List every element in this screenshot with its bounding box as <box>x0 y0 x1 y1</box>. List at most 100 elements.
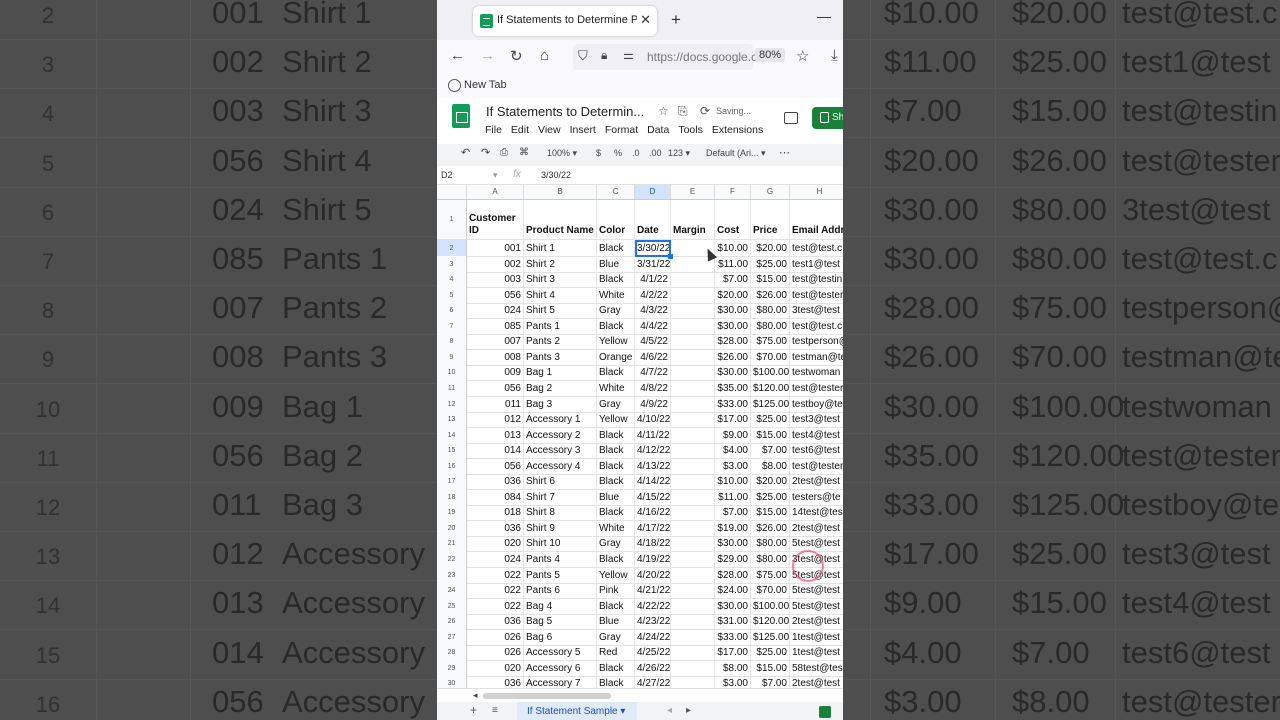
cell-date[interactable]: 4/7/22 <box>635 364 671 380</box>
cell-cost[interactable]: $17.00 <box>715 411 751 427</box>
cell-cost[interactable]: $8.00 <box>715 660 751 676</box>
cell-price[interactable]: $125.00 <box>751 396 790 412</box>
cell-price[interactable]: $25.00 <box>751 411 790 427</box>
cell-product-name[interactable]: Accessory 5 <box>524 644 597 660</box>
menu-data[interactable]: Data <box>647 124 669 136</box>
cell-email[interactable]: Email Addr <box>790 200 843 239</box>
cell-color[interactable]: Black <box>597 271 635 287</box>
column-header-b[interactable]: B <box>524 185 597 199</box>
menu-tools[interactable]: Tools <box>678 124 703 136</box>
cell-margin[interactable] <box>671 504 715 520</box>
cell-customer-id[interactable]: 036 <box>467 473 524 489</box>
cell-product-name[interactable]: Bag 5 <box>524 613 597 629</box>
name-box[interactable]: D2 ▾ <box>441 170 498 181</box>
cell-date[interactable]: 4/4/22 <box>635 318 671 334</box>
cell-margin[interactable] <box>671 364 715 380</box>
cell-customer-id[interactable]: 003 <box>467 271 524 287</box>
cell-color[interactable]: Black <box>597 318 635 334</box>
cell-cost[interactable]: $30.00 <box>715 318 751 334</box>
cell-price[interactable]: $70.00 <box>751 349 790 365</box>
cell-color[interactable]: Black <box>597 551 635 567</box>
row-number[interactable]: 17 <box>437 473 467 489</box>
cell-margin[interactable] <box>671 675 715 688</box>
cell-price[interactable]: $20.00 <box>751 240 790 256</box>
document-title[interactable]: If Statements to Determin... <box>486 104 644 119</box>
column-header-h[interactable]: H <box>790 185 843 199</box>
sheets-logo-icon[interactable] <box>452 104 470 128</box>
cell-cost[interactable]: $28.00 <box>715 567 751 583</box>
cell-email[interactable]: test@tester <box>790 458 843 474</box>
cell-price[interactable]: $15.00 <box>751 271 790 287</box>
cell-product-name[interactable]: Shirt 1 <box>524 240 597 256</box>
menu-view[interactable]: View <box>538 124 561 136</box>
cell-date[interactable]: 4/26/22 <box>635 660 671 676</box>
cell-margin[interactable] <box>671 396 715 412</box>
cell-color[interactable]: Black <box>597 442 635 458</box>
cell-margin[interactable] <box>671 271 715 287</box>
cell-date[interactable]: 4/17/22 <box>635 520 671 536</box>
scroll-tabs-right-icon[interactable]: ▸ <box>686 705 691 716</box>
cell-customer-id[interactable]: 036 <box>467 520 524 536</box>
cell-price[interactable]: $25.00 <box>751 256 790 272</box>
cell-product-name[interactable]: Pants 5 <box>524 567 597 583</box>
cell-color[interactable]: Blue <box>597 489 635 505</box>
cell-date[interactable]: 4/16/22 <box>635 504 671 520</box>
cell-cost[interactable]: $28.00 <box>715 333 751 349</box>
cell-customer-id[interactable]: 008 <box>467 349 524 365</box>
cell-email[interactable]: 5test@test <box>790 598 843 614</box>
cell-color[interactable]: Black <box>597 458 635 474</box>
cell-color[interactable]: Yellow <box>597 567 635 583</box>
cell-email[interactable]: 58test@tes <box>790 660 843 676</box>
cell-product-name[interactable]: Pants 1 <box>524 318 597 334</box>
cell-cost[interactable]: $10.00 <box>715 473 751 489</box>
row-number[interactable]: 20 <box>437 520 467 536</box>
cell-date[interactable]: Date <box>635 200 671 239</box>
cell-color[interactable]: Black <box>597 240 635 256</box>
cell-margin[interactable] <box>671 473 715 489</box>
cell-product-name[interactable]: Pants 2 <box>524 333 597 349</box>
cell-color[interactable]: Black <box>597 660 635 676</box>
download-icon[interactable]: ⤓ <box>831 47 838 64</box>
column-header-e[interactable]: E <box>671 185 715 199</box>
cell-product-name[interactable]: Shirt 7 <box>524 489 597 505</box>
row-number[interactable]: 3 <box>437 256 467 272</box>
cell-email[interactable]: 3test@test <box>790 302 843 318</box>
sheet-tab[interactable]: If Statement Sample ▾ <box>517 702 637 720</box>
row-number[interactable]: 2 <box>437 240 467 256</box>
cell-product-name[interactable]: Bag 1 <box>524 364 597 380</box>
cell-date[interactable]: 4/9/22 <box>635 396 671 412</box>
lock-icon[interactable]: 🔒︎ <box>601 48 607 63</box>
redo-icon[interactable]: ↷ <box>481 146 490 159</box>
cell-email[interactable]: 5test@test <box>790 582 843 598</box>
row-number[interactable]: 23 <box>437 567 467 583</box>
cell-price[interactable]: $15.00 <box>751 427 790 443</box>
cell-product-name[interactable]: Pants 6 <box>524 582 597 598</box>
cell-color[interactable]: Pink <box>597 582 635 598</box>
cell-customer-id[interactable]: 026 <box>467 644 524 660</box>
cell-product-name[interactable]: Shirt 5 <box>524 302 597 318</box>
cell-price[interactable]: $25.00 <box>751 644 790 660</box>
cell-cost[interactable]: $35.00 <box>715 380 751 396</box>
cell-price[interactable]: $120.00 <box>751 380 790 396</box>
cell-price[interactable]: $80.00 <box>751 551 790 567</box>
cell-product-name[interactable]: Shirt 9 <box>524 520 597 536</box>
cell-margin[interactable] <box>671 489 715 505</box>
forward-icon[interactable]: → <box>480 47 495 64</box>
share-button[interactable]: Sh <box>812 107 843 129</box>
cell-margin[interactable] <box>671 333 715 349</box>
cell-cost[interactable]: $30.00 <box>715 598 751 614</box>
cell-product-name[interactable]: Shirt 2 <box>524 256 597 272</box>
cell-customer-id[interactable]: 002 <box>467 256 524 272</box>
cell-margin[interactable] <box>671 520 715 536</box>
cell-email[interactable]: test@test.c <box>790 318 843 334</box>
cell-color[interactable]: Black <box>597 364 635 380</box>
cell-date[interactable]: 4/10/22 <box>635 411 671 427</box>
row-number[interactable]: 13 <box>437 411 467 427</box>
cell-product-name[interactable]: Shirt 8 <box>524 504 597 520</box>
cell-customer-id[interactable]: 084 <box>467 489 524 505</box>
cell-price[interactable]: $100.00 <box>751 598 790 614</box>
cell-date[interactable]: 4/21/22 <box>635 582 671 598</box>
row-number[interactable]: 25 <box>437 598 467 614</box>
row-number[interactable]: 4 <box>437 271 467 287</box>
scroll-left-icon[interactable]: ◂ <box>473 690 478 701</box>
